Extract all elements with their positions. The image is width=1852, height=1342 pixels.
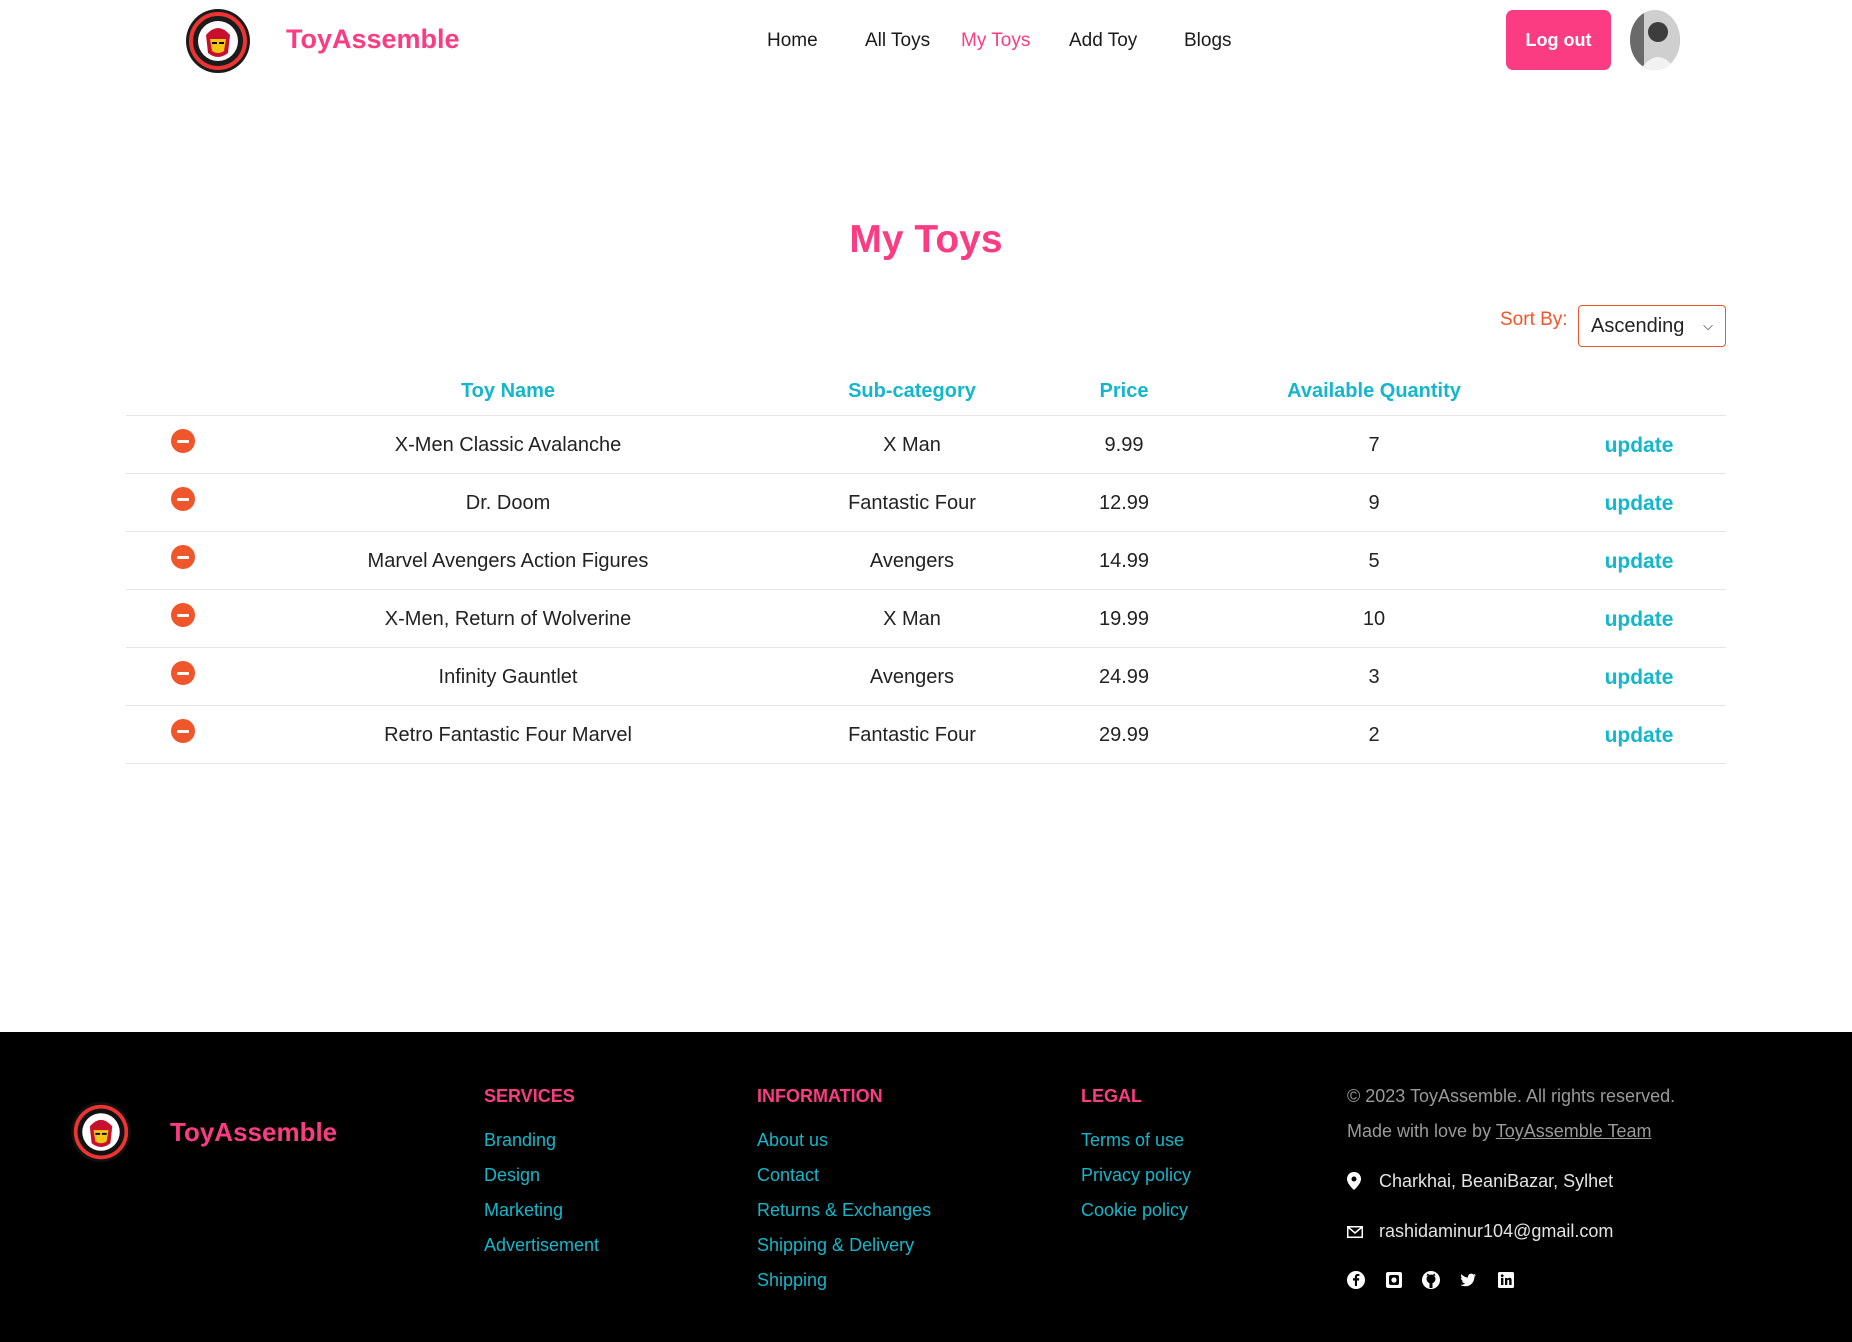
update-button[interactable]: update xyxy=(1605,550,1674,574)
nav-my-toys[interactable]: My Toys xyxy=(961,30,1030,52)
cell-price: 19.99 xyxy=(1098,608,1150,630)
nav-add-toy[interactable]: Add Toy xyxy=(1069,30,1137,52)
footer-link-about-us[interactable]: About us xyxy=(757,1130,828,1151)
cell-toy-name: Dr. Doom xyxy=(465,492,551,514)
sort-select[interactable]: Ascending ⌵ xyxy=(1578,305,1726,347)
cell-sub-category: X Man xyxy=(883,608,941,630)
logout-button[interactable]: Log out xyxy=(1506,10,1611,70)
footer-services-title: SERVICES xyxy=(484,1086,575,1106)
table-row: Infinity Gauntlet Avengers 24.99 3 update xyxy=(126,648,1726,706)
header-sub-category: Sub-category xyxy=(848,380,976,402)
footer-link-design[interactable]: Design xyxy=(484,1165,540,1186)
footer: ToyAssemble SERVICES Branding Design Mar… xyxy=(0,1032,1852,1342)
table-row: X-Men, Return of Wolverine X Man 19.99 10 up… xyxy=(126,590,1726,648)
remove-icon[interactable] xyxy=(171,661,195,685)
cell-toy-name: Infinity Gauntlet xyxy=(438,666,578,688)
footer-legal-title: LEGAL xyxy=(1081,1086,1142,1106)
cell-available-quantity: 9 xyxy=(1368,492,1380,514)
cell-toy-name: X-Men, Return of Wolverine xyxy=(384,608,632,630)
table-row: X-Men Classic Avalanche X Man 9.99 7 update xyxy=(126,416,1726,474)
header-price: Price xyxy=(1099,380,1149,402)
footer-link-privacy[interactable]: Privacy policy xyxy=(1081,1165,1191,1186)
footer-link-cookie[interactable]: Cookie policy xyxy=(1081,1200,1188,1221)
footer-information-title: INFORMATION xyxy=(757,1086,883,1106)
footer-link-marketing[interactable]: Marketing xyxy=(484,1200,563,1221)
nav-home[interactable]: Home xyxy=(767,30,818,52)
footer-copyright: © 2023 ToyAssemble. All rights reserved. xyxy=(1347,1086,1676,1106)
update-button[interactable]: update xyxy=(1605,492,1674,516)
cell-price: 29.99 xyxy=(1098,724,1150,746)
cell-available-quantity: 5 xyxy=(1368,550,1380,572)
cell-sub-category: Avengers xyxy=(869,550,955,572)
footer-link-advertisement[interactable]: Advertisement xyxy=(484,1235,599,1256)
footer-brand-logo[interactable] xyxy=(71,1102,131,1162)
table-row: Retro Fantastic Four Marvel Fantastic Fou… xyxy=(126,706,1726,764)
footer-brand-name[interactable]: ToyAssemble xyxy=(170,1117,337,1148)
cell-price: 9.99 xyxy=(1104,434,1144,456)
sort-label: Sort By: xyxy=(1500,309,1568,330)
cell-toy-name: Retro Fantastic Four Marvel xyxy=(384,724,632,746)
cell-price: 14.99 xyxy=(1098,550,1150,572)
cell-toy-name: Marvel Avengers Action Figures xyxy=(367,550,649,572)
cell-available-quantity: 3 xyxy=(1368,666,1380,688)
footer-link-contact[interactable]: Contact xyxy=(757,1165,819,1186)
nav-blogs[interactable]: Blogs xyxy=(1184,30,1232,52)
footer-link-shipping-delivery[interactable]: Shipping & Delivery xyxy=(757,1235,914,1256)
footer-link-branding[interactable]: Branding xyxy=(484,1130,556,1151)
table-row: Marvel Avengers Action Figures Avengers 14… xyxy=(126,532,1726,590)
cell-price: 24.99 xyxy=(1098,666,1150,688)
mail-icon xyxy=(1347,1225,1363,1243)
remove-icon[interactable] xyxy=(171,719,195,743)
footer-link-shipping[interactable]: Shipping xyxy=(757,1270,827,1291)
footer-made-with-label: Made with love by xyxy=(1347,1121,1492,1141)
cell-available-quantity: 7 xyxy=(1368,434,1380,456)
instagram-icon[interactable] xyxy=(1384,1270,1404,1290)
footer-address: Charkhai, BeaniBazar, Sylhet xyxy=(1379,1171,1614,1191)
remove-icon[interactable] xyxy=(171,487,195,511)
footer-link-terms[interactable]: Terms of use xyxy=(1081,1130,1184,1151)
toys-table: Toy Name Sub-category Price Available Qu… xyxy=(126,372,1726,764)
location-pin-icon xyxy=(1347,1172,1361,1195)
sort-select-value: Ascending xyxy=(1591,314,1685,337)
header-available-quantity: Available Quantity xyxy=(1287,380,1461,402)
remove-icon[interactable] xyxy=(171,545,195,569)
twitter-icon[interactable] xyxy=(1458,1270,1478,1290)
footer-team-link[interactable]: ToyAssemble Team xyxy=(1496,1121,1652,1141)
chevron-down-icon: ⌵ xyxy=(1703,318,1713,333)
cell-sub-category: Fantastic Four xyxy=(848,492,976,514)
table-row: Dr. Doom Fantastic Four 12.99 9 update xyxy=(126,474,1726,532)
remove-icon[interactable] xyxy=(171,429,195,453)
footer-made-with: Made with love by ToyAssemble Team xyxy=(1347,1121,1652,1142)
facebook-icon[interactable] xyxy=(1346,1270,1366,1290)
nav-all-toys[interactable]: All Toys xyxy=(865,30,930,52)
footer-link-returns[interactable]: Returns & Exchanges xyxy=(757,1200,931,1221)
cell-available-quantity: 10 xyxy=(1362,608,1386,630)
cell-toy-name: X-Men Classic Avalanche xyxy=(394,434,622,456)
cell-price: 12.99 xyxy=(1098,492,1150,514)
footer-email[interactable]: rashidaminur104@gmail.com xyxy=(1379,1221,1613,1242)
update-button[interactable]: update xyxy=(1605,434,1674,458)
page-title: My Toys xyxy=(849,218,1003,261)
cell-sub-category: X Man xyxy=(883,434,941,456)
table-header: Toy Name Sub-category Price Available Qu… xyxy=(126,372,1726,416)
update-button[interactable]: update xyxy=(1605,666,1674,690)
navbar: ToyAssemble Home All Toys My Toys Add To… xyxy=(0,0,1852,84)
update-button[interactable]: update xyxy=(1605,608,1674,632)
github-icon[interactable] xyxy=(1421,1270,1441,1290)
header-toy-name: Toy Name xyxy=(460,380,556,402)
update-button[interactable]: update xyxy=(1605,724,1674,748)
remove-icon[interactable] xyxy=(171,603,195,627)
cell-sub-category: Avengers xyxy=(869,666,955,688)
avatar[interactable] xyxy=(1630,10,1680,70)
cell-available-quantity: 2 xyxy=(1368,724,1380,746)
linkedin-icon[interactable] xyxy=(1496,1270,1516,1290)
brand-logo[interactable] xyxy=(186,9,250,73)
brand-name[interactable]: ToyAssemble xyxy=(286,24,460,55)
cell-sub-category: Fantastic Four xyxy=(848,724,976,746)
